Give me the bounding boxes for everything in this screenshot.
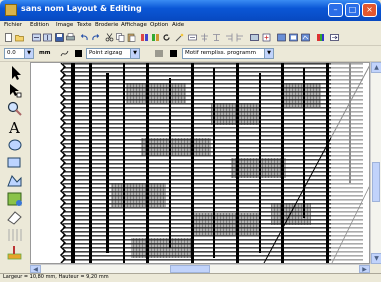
open-folder-icon[interactable]: [15, 33, 24, 42]
line-color-icon[interactable]: [74, 49, 83, 58]
menu-fichier[interactable]: Fichier: [4, 22, 22, 28]
size-dropdown[interactable]: 0.0 ▼: [4, 48, 34, 59]
menu-option[interactable]: Option: [150, 22, 168, 28]
ellipse-tool-icon[interactable]: [5, 136, 25, 154]
shape-tool-icon[interactable]: [5, 190, 25, 208]
paint-tool-icon[interactable]: [5, 244, 25, 262]
magic-wand-icon[interactable]: [175, 33, 184, 42]
stitch-tool-icon[interactable]: [5, 226, 25, 244]
vertical-scroll-thumb[interactable]: [372, 162, 380, 202]
menu-broderie[interactable]: Broderie: [95, 22, 118, 28]
vertical-scrollbar[interactable]: ▲ ▼: [370, 62, 381, 264]
tool-palette: A: [2, 62, 28, 264]
point-edit-icon[interactable]: [188, 33, 197, 42]
sewing-attributes-toolbar: 0.0 ▼ mm Point zigzag ▼ Motif rempliss. pr…: [0, 46, 381, 62]
horizontal-scrollbar[interactable]: ◀ ▶: [30, 264, 370, 273]
app-icon: [5, 4, 17, 16]
line-type-icon[interactable]: [60, 49, 69, 58]
paste-icon[interactable]: [127, 33, 136, 42]
eraser-tool-icon[interactable]: [5, 208, 25, 226]
design-center-icon[interactable]: [262, 33, 271, 42]
window-title: sans nom Layout & Editing: [21, 4, 142, 13]
scroll-up-arrow-icon[interactable]: ▲: [371, 62, 381, 73]
menu-texte[interactable]: Texte: [77, 22, 92, 28]
select-arrow-icon[interactable]: [5, 64, 25, 82]
rectangle-tool-icon[interactable]: [5, 154, 25, 172]
point-select-icon[interactable]: [5, 82, 25, 100]
horizontal-scroll-thumb[interactable]: [170, 265, 210, 273]
frame-icon[interactable]: [250, 33, 259, 42]
redo-icon[interactable]: [91, 33, 100, 42]
realistic-preview-icon[interactable]: [301, 33, 310, 42]
fill-pattern-dropdown[interactable]: Motif rempliss. programm ▼: [182, 48, 274, 59]
new-file-icon[interactable]: [4, 33, 13, 42]
sewing-colors-icon[interactable]: [316, 33, 325, 42]
stitch-pattern: [59, 63, 369, 263]
import-icon[interactable]: [32, 33, 41, 42]
rotate-left-icon[interactable]: [140, 33, 149, 42]
align-right-icon[interactable]: [224, 33, 233, 42]
text-tool-icon[interactable]: A: [5, 118, 25, 136]
menu-bar: Fichier Edition Image Texte Broderie Aff…: [0, 21, 381, 31]
zoom-icon[interactable]: [5, 100, 25, 118]
title-bar: sans nom Layout & Editing – □ ×: [0, 0, 381, 21]
rotate-icon[interactable]: [162, 33, 171, 42]
rotate-right-icon[interactable]: [151, 33, 160, 42]
scroll-down-arrow-icon[interactable]: ▼: [371, 253, 381, 264]
copy-icon[interactable]: [116, 33, 125, 42]
transfer-icon[interactable]: [330, 33, 339, 42]
svg-text:A: A: [8, 119, 20, 136]
minimize-button[interactable]: –: [328, 3, 343, 17]
cut-icon[interactable]: [105, 33, 114, 42]
align-vertical-icon[interactable]: [212, 33, 221, 42]
main-toolbar: [0, 31, 381, 46]
status-text: Largeur = 10,80 mm, Hauteur = 9,20 mm: [3, 274, 109, 280]
design-canvas[interactable]: [30, 62, 370, 264]
stitch-type-dropdown[interactable]: Point zigzag ▼: [86, 48, 140, 59]
view-design-icon[interactable]: [277, 33, 286, 42]
maximize-button[interactable]: □: [345, 3, 360, 17]
export-icon[interactable]: [43, 33, 52, 42]
align-left-icon[interactable]: [236, 33, 245, 42]
menu-affichage[interactable]: Affichage: [121, 22, 147, 28]
save-icon[interactable]: [55, 33, 64, 42]
undo-icon[interactable]: [80, 33, 89, 42]
print-icon[interactable]: [66, 33, 75, 42]
menu-aide[interactable]: Aide: [172, 22, 184, 28]
close-button[interactable]: ×: [362, 3, 377, 17]
align-center-icon[interactable]: [200, 33, 209, 42]
menu-image[interactable]: Image: [56, 22, 73, 28]
menu-edition[interactable]: Edition: [30, 22, 49, 28]
fill-pattern-icon[interactable]: [155, 49, 164, 58]
fill-color-icon[interactable]: [169, 49, 178, 58]
scroll-right-arrow-icon[interactable]: ▶: [359, 265, 370, 273]
unit-label: mm: [39, 50, 51, 56]
outline-tool-icon[interactable]: [5, 172, 25, 190]
view-stitch-icon[interactable]: [289, 33, 298, 42]
scroll-left-arrow-icon[interactable]: ◀: [30, 265, 41, 273]
